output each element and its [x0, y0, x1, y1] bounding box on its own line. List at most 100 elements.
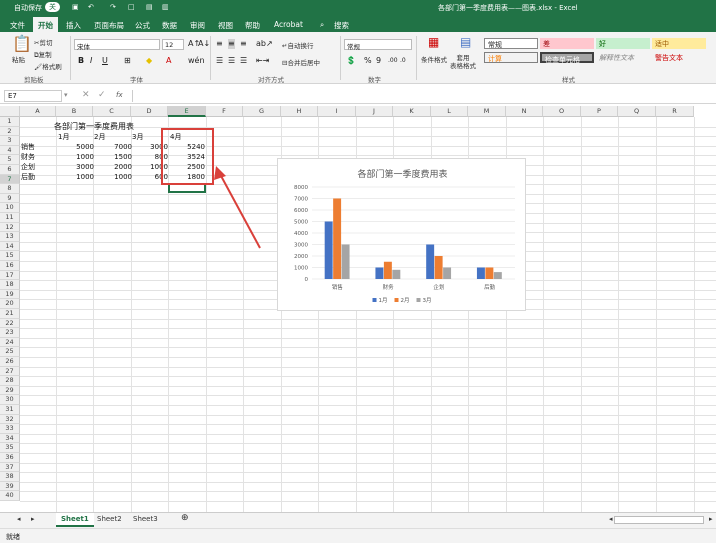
- sheet-tab-3[interactable]: Sheet3: [128, 513, 163, 527]
- embedded-chart[interactable]: 各部门第一季度费用表 0 1000 2000 3000 4000 5000 6000 7000 8…: [277, 158, 526, 311]
- column-header-b[interactable]: B: [56, 106, 93, 117]
- row-header-40[interactable]: 40: [0, 491, 20, 501]
- conditional-format-button[interactable]: 条件格式: [421, 54, 447, 64]
- value-cell[interactable]: 3000: [58, 163, 94, 173]
- print-preview-icon[interactable]: ▥: [162, 3, 169, 11]
- font-size-select[interactable]: 12: [162, 39, 184, 50]
- font-name-select[interactable]: 宋体: [74, 39, 160, 51]
- row-header-27[interactable]: 27: [0, 366, 20, 377]
- sheet-title-cell[interactable]: 各部门第一季度费用表: [54, 122, 134, 132]
- italic-button[interactable]: I: [90, 56, 92, 66]
- enter-icon[interactable]: ✓: [98, 90, 106, 100]
- row-header-4[interactable]: 4: [0, 145, 20, 156]
- align-right-icon[interactable]: ☰: [240, 56, 247, 66]
- tab-view[interactable]: 视图: [218, 20, 233, 31]
- value-cell[interactable]: 1000: [94, 173, 132, 183]
- dept-cell[interactable]: 后勤: [21, 173, 35, 183]
- next-sheet-icon[interactable]: ▸: [26, 513, 40, 527]
- row-header-36[interactable]: 36: [0, 453, 20, 463]
- horizontal-scrollbar[interactable]: [614, 516, 704, 524]
- header-cell-mar[interactable]: 3月: [132, 133, 143, 143]
- row-header-3[interactable]: 3: [0, 136, 20, 146]
- row-header-24[interactable]: 24: [0, 337, 20, 348]
- decrease-decimal-icon[interactable]: .0: [400, 56, 406, 66]
- search-box[interactable]: 搜索: [334, 20, 349, 31]
- row-header-7[interactable]: 7: [0, 174, 20, 185]
- comma-icon[interactable]: 9: [376, 56, 381, 66]
- dept-cell[interactable]: 企划: [21, 163, 35, 173]
- tab-page-layout[interactable]: 页面布局: [94, 20, 124, 31]
- font-color-icon[interactable]: A: [166, 56, 171, 66]
- row-header-28[interactable]: 28: [0, 376, 20, 386]
- row-header-17[interactable]: 17: [0, 270, 20, 281]
- row-header-37[interactable]: 37: [0, 462, 20, 473]
- insert-function-button[interactable]: fx: [116, 91, 123, 99]
- align-center-icon[interactable]: ☰: [228, 56, 235, 66]
- row-header-19[interactable]: 19: [0, 289, 20, 300]
- tab-insert[interactable]: 插入: [66, 20, 81, 31]
- dept-cell[interactable]: 财务: [21, 153, 35, 163]
- align-bottom-icon[interactable]: ≡: [240, 39, 247, 49]
- value-cell[interactable]: 1500: [94, 153, 132, 163]
- column-header-h[interactable]: H: [281, 106, 318, 117]
- row-header-18[interactable]: 18: [0, 280, 20, 290]
- name-box-dropdown-icon[interactable]: ▾: [64, 91, 68, 99]
- tab-data[interactable]: 数据: [162, 20, 177, 31]
- value-cell[interactable]: 1000: [58, 153, 94, 163]
- column-header-k[interactable]: K: [393, 106, 431, 117]
- value-cell[interactable]: 1000: [58, 173, 94, 183]
- paste-icon[interactable]: 📋: [12, 36, 32, 52]
- style-good[interactable]: 好: [596, 38, 650, 49]
- name-box[interactable]: E7: [4, 90, 62, 102]
- prev-sheet-icon[interactable]: ◂: [12, 513, 26, 527]
- add-sheet-icon[interactable]: ⊕: [176, 513, 194, 527]
- row-header-9[interactable]: 9: [0, 193, 20, 204]
- number-format-select[interactable]: 常规: [344, 39, 412, 51]
- copy-button[interactable]: ⧉复制: [34, 49, 52, 60]
- row-header-15[interactable]: 15: [0, 251, 20, 261]
- style-warning[interactable]: 警告文本: [652, 52, 706, 63]
- tab-help[interactable]: 帮助: [245, 20, 260, 31]
- column-header-c[interactable]: C: [93, 106, 131, 117]
- merge-center-button[interactable]: ⊟合并后居中: [282, 57, 320, 67]
- row-header-20[interactable]: 20: [0, 299, 20, 309]
- open-file-icon[interactable]: ▤: [146, 3, 153, 11]
- column-header-q[interactable]: Q: [618, 106, 656, 117]
- scroll-right-icon[interactable]: ▸: [704, 513, 716, 527]
- row-header-5[interactable]: 5: [0, 155, 20, 165]
- tab-file[interactable]: 文件: [10, 20, 25, 31]
- redo-icon[interactable]: ↷: [110, 3, 116, 11]
- align-left-icon[interactable]: ☰: [216, 56, 223, 66]
- tab-acrobat[interactable]: Acrobat: [274, 20, 303, 29]
- bold-button[interactable]: B: [78, 56, 84, 66]
- row-header-29[interactable]: 29: [0, 385, 20, 396]
- currency-icon[interactable]: 💲: [346, 56, 356, 66]
- row-header-2[interactable]: 2: [0, 126, 20, 137]
- increase-decimal-icon[interactable]: .00: [388, 56, 398, 66]
- indent-icon[interactable]: ⇤⇥: [256, 56, 269, 66]
- tab-home[interactable]: 开始: [33, 17, 58, 32]
- select-all-corner[interactable]: [0, 106, 20, 117]
- column-header-i[interactable]: I: [318, 106, 356, 117]
- header-cell-feb[interactable]: 2月: [94, 133, 105, 143]
- align-middle-icon[interactable]: ≡: [228, 39, 235, 49]
- save-icon[interactable]: ▣: [72, 3, 79, 11]
- row-header-31[interactable]: 31: [0, 405, 20, 415]
- row-header-21[interactable]: 21: [0, 309, 20, 319]
- style-neutral[interactable]: 适中: [652, 38, 706, 49]
- tab-formulas[interactable]: 公式: [135, 20, 150, 31]
- row-header-10[interactable]: 10: [0, 203, 20, 213]
- column-header-j[interactable]: J: [356, 106, 393, 117]
- header-cell-jan[interactable]: 1月: [58, 133, 69, 143]
- row-header-13[interactable]: 13: [0, 232, 20, 242]
- column-header-g[interactable]: G: [243, 106, 281, 117]
- row-header-34[interactable]: 34: [0, 433, 20, 444]
- format-painter-button[interactable]: 🖌格式刷: [34, 61, 62, 71]
- wrap-text-button[interactable]: ↵自动换行: [282, 40, 313, 50]
- new-file-icon[interactable]: □: [128, 3, 135, 11]
- fill-color-icon[interactable]: ◆: [146, 56, 152, 66]
- phonetic-icon[interactable]: wén: [188, 56, 205, 66]
- cut-button[interactable]: ✂剪切: [34, 37, 52, 47]
- style-bad[interactable]: 差: [540, 38, 594, 49]
- row-header-16[interactable]: 16: [0, 261, 20, 271]
